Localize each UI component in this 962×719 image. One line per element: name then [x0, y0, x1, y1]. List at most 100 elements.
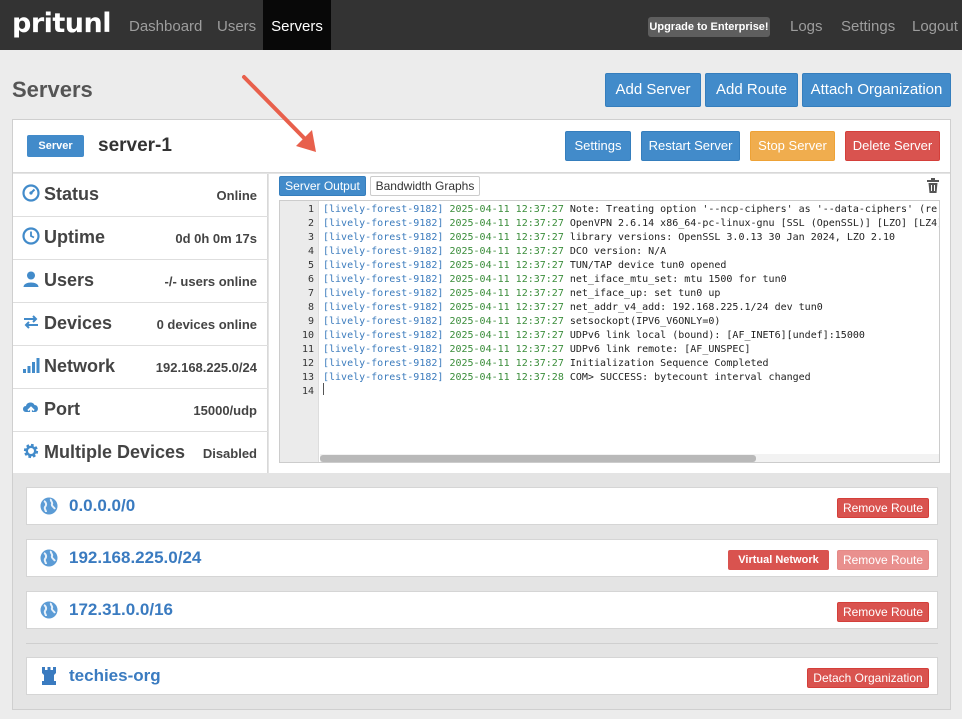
route-network[interactable]: 172.31.0.0/16	[69, 600, 173, 620]
clock-icon	[21, 227, 41, 247]
globe-icon	[40, 601, 58, 619]
log-host: [lively-forest-9182]	[323, 232, 444, 243]
line-number: 8	[307, 302, 314, 313]
tab-server-output[interactable]: Server Output	[279, 176, 366, 196]
annotation-arrow-icon	[242, 75, 316, 152]
log-line: [lively-forest-9182] 2025-04-11 12:37:27…	[323, 274, 787, 285]
log-timestamp: 2025-04-11 12:37:27	[449, 302, 564, 313]
route-card: 0.0.0.0/0 Remove Route	[26, 487, 938, 525]
brand-logo[interactable]: pritunl	[12, 8, 112, 39]
log-line: [lively-forest-9182] 2025-04-11 12:37:28…	[323, 372, 811, 383]
remove-route-button[interactable]: Remove Route	[837, 602, 929, 622]
server-settings-button[interactable]: Settings	[565, 131, 631, 161]
log-host: [lively-forest-9182]	[323, 316, 444, 327]
log-host: [lively-forest-9182]	[323, 246, 444, 257]
dashboard-icon	[21, 184, 41, 204]
log-timestamp: 2025-04-11 12:37:27	[449, 288, 564, 299]
route-network[interactable]: 0.0.0.0/0	[69, 496, 135, 516]
info-label: Uptime	[44, 227, 106, 247]
info-label: Users	[44, 270, 95, 290]
globe-icon	[40, 497, 58, 515]
log-line: [lively-forest-9182] 2025-04-11 12:37:27…	[323, 316, 720, 327]
log-timestamp: 2025-04-11 12:37:27	[449, 232, 564, 243]
delete-server-button[interactable]: Delete Server	[845, 131, 940, 161]
route-network[interactable]: 192.168.225.0/24	[69, 548, 201, 568]
log-message: setsockopt(IPV6_V6ONLY=0)	[569, 316, 721, 327]
log-host: [lively-forest-9182]	[323, 330, 444, 341]
scrollbar-thumb[interactable]	[320, 455, 756, 462]
log-timestamp: 2025-04-11 12:37:27	[449, 246, 564, 257]
log-host: [lively-forest-9182]	[323, 358, 444, 369]
log-timestamp: 2025-04-11 12:37:27	[449, 218, 564, 229]
tower-icon	[40, 666, 58, 686]
line-number: 9	[307, 316, 314, 327]
info-row-users: Users -/- users online	[13, 260, 268, 303]
info-label: Status	[44, 184, 100, 204]
server-type-label: Server	[27, 135, 84, 157]
detach-organization-button[interactable]: Detach Organization	[807, 668, 929, 688]
line-number-gutter: 1 2 3 4 5 6 7 8 9 10 11 12 13 14	[280, 201, 319, 462]
nav-users[interactable]: Users	[217, 18, 256, 35]
log-message: net_iface_mtu_set: mtu 1500 for tun0	[569, 274, 787, 285]
server-info-table: Status Online Uptime 0d 0h 0m 17s Users …	[13, 174, 268, 473]
add-route-button[interactable]: Add Route	[705, 73, 798, 107]
log-host: [lively-forest-9182]	[323, 218, 444, 229]
remove-route-button[interactable]: Remove Route	[837, 498, 929, 518]
log-message: library versions: OpenSSL 3.0.13 30 Jan …	[569, 232, 895, 243]
organization-card: techies-org Detach Organization	[26, 657, 938, 695]
info-label: Multiple Devices	[44, 442, 186, 462]
log-timestamp: 2025-04-11 12:37:27	[449, 344, 564, 355]
horizontal-scrollbar[interactable]	[320, 454, 939, 462]
log-host: [lively-forest-9182]	[323, 204, 444, 215]
log-message: Note: Treating option '--ncp-ciphers' as…	[569, 204, 938, 215]
nav-logout[interactable]: Logout	[912, 18, 958, 35]
info-value: 0d 0h 0m 17s	[175, 231, 257, 246]
log-timestamp: 2025-04-11 12:37:27	[449, 204, 564, 215]
server-log-output[interactable]: 1 2 3 4 5 6 7 8 9 10 11 12 13 14 [lively…	[279, 200, 940, 463]
remove-route-button-disabled[interactable]: Remove Route	[837, 550, 929, 570]
info-value: 15000/udp	[193, 403, 257, 418]
log-timestamp: 2025-04-11 12:37:27	[449, 274, 564, 285]
log-message: UDPv6 link local (bound): [AF_INET6][und…	[569, 330, 865, 341]
virtual-network-badge: Virtual Network	[728, 550, 829, 570]
log-timestamp: 2025-04-11 12:37:27	[449, 316, 564, 327]
log-host: [lively-forest-9182]	[323, 344, 444, 355]
log-message: net_addr_v4_add: 192.168.225.1/24 dev tu…	[569, 302, 823, 313]
tab-bandwidth-graphs[interactable]: Bandwidth Graphs	[370, 176, 480, 196]
nav-servers[interactable]: Servers	[263, 0, 331, 50]
line-number: 13	[301, 372, 314, 383]
log-host: [lively-forest-9182]	[323, 288, 444, 299]
log-message: Initialization Sequence Completed	[569, 358, 769, 369]
line-number: 6	[307, 274, 314, 285]
line-number: 1	[307, 204, 314, 215]
line-number: 7	[307, 288, 314, 299]
log-host: [lively-forest-9182]	[323, 372, 444, 383]
restart-server-button[interactable]: Restart Server	[641, 131, 740, 161]
line-number: 5	[307, 260, 314, 271]
server-name[interactable]: server-1	[98, 135, 172, 157]
trash-icon[interactable]	[926, 178, 940, 193]
signal-icon	[21, 356, 41, 376]
log-message: TUN/TAP device tun0 opened	[569, 260, 727, 271]
log-message: net_iface_up: set tun0 up	[569, 288, 721, 299]
user-icon	[21, 270, 41, 290]
attach-organization-button[interactable]: Attach Organization	[802, 73, 951, 107]
add-server-button[interactable]: Add Server	[605, 73, 701, 107]
line-number: 3	[307, 232, 314, 243]
nav-dashboard[interactable]: Dashboard	[129, 18, 202, 35]
log-host: [lively-forest-9182]	[323, 260, 444, 271]
info-value: 192.168.225.0/24	[155, 360, 257, 375]
organization-name[interactable]: techies-org	[69, 666, 161, 686]
stop-server-button[interactable]: Stop Server	[750, 131, 835, 161]
log-line: [lively-forest-9182] 2025-04-11 12:37:27…	[323, 344, 751, 355]
nav-settings[interactable]: Settings	[841, 18, 895, 35]
log-message: COM> SUCCESS: bytecount interval changed	[569, 372, 811, 383]
log-host: [lively-forest-9182]	[323, 302, 444, 313]
info-value: 0 devices online	[156, 317, 257, 332]
upgrade-enterprise-button[interactable]: Upgrade to Enterprise!	[648, 17, 770, 37]
nav-logs[interactable]: Logs	[790, 18, 823, 35]
log-host: [lively-forest-9182]	[323, 274, 444, 285]
line-number: 10	[301, 330, 314, 341]
section-divider	[26, 643, 938, 644]
route-card: 172.31.0.0/16 Remove Route	[26, 591, 938, 629]
